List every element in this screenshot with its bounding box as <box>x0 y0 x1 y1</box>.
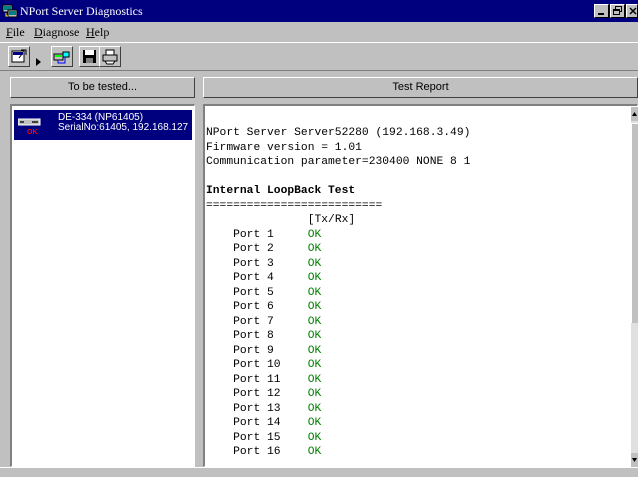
port-status: OK <box>307 359 322 371</box>
title-bar[interactable]: NPort Server Diagnostics <box>0 0 638 22</box>
port-result-row: Port 8 OK <box>206 329 626 344</box>
close-button[interactable] <box>626 4 638 18</box>
report-scrollbar[interactable] <box>631 107 638 467</box>
port-result-row: Port 10 OK <box>206 358 626 373</box>
port-status: OK <box>307 243 322 255</box>
port-status: OK <box>307 344 322 357</box>
report-comm-line: Communication parameter=230400 NONE 8 1 <box>206 156 471 168</box>
report-separator: ========================== <box>206 199 383 212</box>
port-result-row: Port 9 OK <box>206 344 626 359</box>
port-label: Port 13 <box>233 402 281 415</box>
test-report-text: NPort Server Server52280 (192.168.3.49) F… <box>206 126 626 466</box>
port-status: OK <box>307 388 322 400</box>
play-icon[interactable] <box>36 55 42 70</box>
port-result-row: Port 7 OK <box>206 315 626 330</box>
scroll-thumb[interactable] <box>631 123 638 323</box>
port-label: Port 9 <box>233 344 274 357</box>
device-status-badge: OK <box>27 129 38 136</box>
status-bar <box>0 467 638 477</box>
properties-icon <box>11 49 27 63</box>
port-result-row: Port 5 OK <box>206 286 626 301</box>
report-test-title: Internal LoopBack Test <box>206 185 356 197</box>
port-result-row: Port 13 OK <box>206 402 626 417</box>
print-icon <box>102 49 118 65</box>
port-label: Port 11 <box>233 373 281 386</box>
port-label: Port 14 <box>233 417 281 429</box>
port-label: Port 16 <box>233 446 281 458</box>
report-column-header: [Tx/Rx] <box>307 214 356 226</box>
port-result-row: Port 1 OK <box>206 228 626 243</box>
port-results: Port 1 OK Port 2 OK Port 3 OK Port 4 OK … <box>206 228 626 460</box>
port-status: OK <box>307 431 322 444</box>
maximize-button[interactable] <box>610 4 625 18</box>
port-label: Port 5 <box>233 286 274 299</box>
toolbar <box>0 42 638 71</box>
test-report-header[interactable]: Test Report <box>203 77 638 98</box>
port-status: OK <box>307 272 322 284</box>
scroll-down-arrow[interactable] <box>631 453 638 467</box>
port-result-row: Port 2 OK <box>206 242 626 257</box>
port-status: OK <box>307 301 322 313</box>
minimize-button[interactable] <box>594 4 609 18</box>
port-status: OK <box>307 330 322 342</box>
port-status: OK <box>307 286 322 299</box>
port-label: Port 6 <box>233 301 274 313</box>
device-serial: SerialNo:61405, 192.168.127 <box>58 122 189 133</box>
menu-help[interactable]: Help <box>86 25 109 40</box>
port-status: OK <box>307 402 322 415</box>
port-result-row: Port 3 OK <box>206 257 626 272</box>
port-result-row: Port 14 OK <box>206 416 626 431</box>
port-status: OK <box>307 315 322 328</box>
port-status: OK <box>307 417 322 429</box>
properties-button[interactable] <box>8 46 30 67</box>
window-title: NPort Server Diagnostics <box>20 4 143 18</box>
port-label: Port 3 <box>233 257 274 270</box>
save-icon <box>83 50 96 63</box>
port-label: Port 7 <box>233 315 274 328</box>
port-label: Port 12 <box>233 388 281 400</box>
menu-bar: File Diagnose Help <box>0 22 638 41</box>
scroll-up-arrow[interactable] <box>631 107 638 121</box>
port-result-row: Port 6 OK <box>206 300 626 315</box>
port-label: Port 2 <box>233 243 274 255</box>
port-result-row: Port 12 OK <box>206 387 626 402</box>
print-button[interactable] <box>99 46 121 67</box>
menu-file[interactable]: File <box>6 25 25 40</box>
port-status: OK <box>307 373 322 386</box>
network-test-button[interactable] <box>51 46 73 67</box>
network-test-icon <box>53 51 70 64</box>
port-result-row: Port 11 OK <box>206 373 626 388</box>
port-label: Port 15 <box>233 431 281 444</box>
device-list[interactable]: OK DE-334 (NP61405) SerialNo:61405, 192.… <box>10 104 195 467</box>
port-label: Port 8 <box>233 330 274 342</box>
port-label: Port 4 <box>233 272 274 284</box>
test-report-pane[interactable]: NPort Server Server52280 (192.168.3.49) F… <box>203 104 638 467</box>
to-be-tested-header[interactable]: To be tested... <box>10 77 195 98</box>
app-icon[interactable] <box>2 3 18 19</box>
port-status: OK <box>307 257 322 270</box>
save-button[interactable] <box>79 46 101 67</box>
port-label: Port 10 <box>233 359 281 371</box>
menu-diagnose[interactable]: Diagnose <box>34 25 79 40</box>
report-firmware-line: Firmware version = 1.01 <box>206 141 362 154</box>
port-result-row: Port 16 OK <box>206 445 626 460</box>
port-status: OK <box>307 446 322 458</box>
report-server-line: NPort Server Server52280 (192.168.3.49) <box>206 127 471 139</box>
port-status: OK <box>307 228 322 241</box>
port-label: Port 1 <box>233 228 274 241</box>
device-list-item[interactable]: OK DE-334 (NP61405) SerialNo:61405, 192.… <box>14 110 192 140</box>
port-result-row: Port 4 OK <box>206 271 626 286</box>
port-result-row: Port 15 OK <box>206 431 626 446</box>
